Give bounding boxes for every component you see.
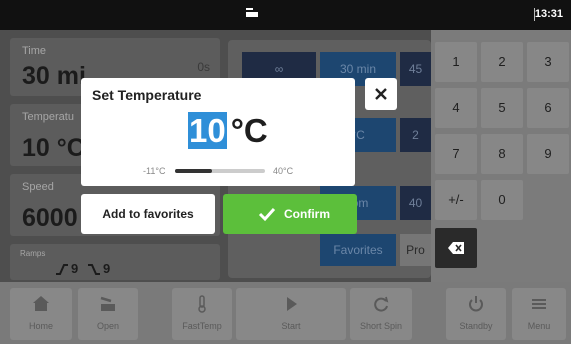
time-value: 30 mi <box>22 62 86 90</box>
bottom-toolbar: Home Open FastTemp Start Short Spin Stan… <box>0 282 571 344</box>
temperature-label: Temperatu <box>22 111 74 123</box>
lid-status-icon <box>246 8 258 17</box>
confirm-button[interactable]: Confirm <box>223 194 357 234</box>
start-button[interactable]: Start <box>236 288 346 340</box>
home-label: Home <box>28 321 53 331</box>
fasttemp-button[interactable]: FastTemp <box>172 288 232 340</box>
ramp-down-value: 9 <box>103 261 111 276</box>
temperature-input[interactable]: 10 °C <box>188 112 268 152</box>
ramp-up-icon <box>56 264 68 275</box>
menu-icon <box>532 299 546 309</box>
confirm-label: Confirm <box>284 207 330 221</box>
home-icon <box>33 296 49 311</box>
key-0[interactable]: 0 <box>481 180 523 220</box>
key-plus-minus[interactable]: +/- <box>435 180 477 220</box>
key-2[interactable]: 2 <box>481 42 523 82</box>
open-label: Open <box>96 321 120 331</box>
speed-value: 6000 <box>22 204 78 232</box>
backspace-button[interactable] <box>435 228 477 268</box>
ramp-up-value: 9 <box>71 261 79 276</box>
home-button[interactable]: Home <box>10 288 72 340</box>
key-8[interactable]: 8 <box>481 134 523 174</box>
key-5[interactable]: 5 <box>481 88 523 128</box>
time-label: Time <box>22 45 47 57</box>
chip-40[interactable]: 40 <box>400 186 431 220</box>
tab-favorites[interactable]: Favorites <box>320 234 396 266</box>
dialog-title: Set Temperature <box>92 87 202 103</box>
speed-label: Speed <box>22 181 54 193</box>
temperature-unit: °C <box>230 112 268 149</box>
backspace-icon <box>448 242 464 254</box>
ramp-down-icon <box>88 264 100 275</box>
thermometer-icon <box>198 295 206 313</box>
open-lid-icon <box>100 296 115 311</box>
standby-button[interactable]: Standby <box>446 288 506 340</box>
ramps-label: Ramps <box>20 249 46 258</box>
menu-button[interactable]: Menu <box>512 288 566 340</box>
temperature-value: 10 °C <box>22 134 85 162</box>
set-temperature-dialog: Set Temperature 10 °C -11°C 40°C <box>81 78 355 186</box>
short-spin-button[interactable]: Short Spin <box>350 288 412 340</box>
tab-programs[interactable]: Pro <box>400 234 431 266</box>
close-dialog-button[interactable] <box>365 78 397 110</box>
power-icon <box>469 296 483 312</box>
status-bar: 13:31 <box>0 0 571 30</box>
play-icon <box>287 297 297 311</box>
temperature-digits[interactable]: 10 <box>188 112 227 149</box>
refresh-icon <box>374 296 389 312</box>
clock: 13:31 <box>534 8 563 20</box>
key-9[interactable]: 9 <box>527 134 569 174</box>
key-3[interactable]: 3 <box>527 42 569 82</box>
start-label: Start <box>281 321 301 331</box>
temperature-range-fill <box>175 169 212 173</box>
numeric-keypad: 1 2 3 4 5 6 7 8 9 +/- 0 <box>431 30 571 282</box>
key-6[interactable]: 6 <box>527 88 569 128</box>
chip-2[interactable]: 2 <box>400 118 431 152</box>
add-to-favorites-button[interactable]: Add to favorites <box>81 194 215 234</box>
fasttemp-label: FastTemp <box>182 321 222 331</box>
key-7[interactable]: 7 <box>435 134 477 174</box>
temperature-range-bar <box>175 169 265 173</box>
menu-label: Menu <box>527 321 551 331</box>
time-seconds: 0s <box>197 60 210 74</box>
ramps-parameter[interactable]: Ramps 9 9 <box>10 244 220 280</box>
range-max-label: 40°C <box>273 166 294 176</box>
key-4[interactable]: 4 <box>435 88 477 128</box>
short-spin-label: Short Spin <box>359 321 403 331</box>
open-button[interactable]: Open <box>78 288 138 340</box>
key-1[interactable]: 1 <box>435 42 477 82</box>
chip-45[interactable]: 45 <box>400 52 431 86</box>
checkmark-icon <box>258 207 276 222</box>
range-min-label: -11°C <box>143 166 166 176</box>
standby-label: Standby <box>459 321 493 331</box>
close-icon <box>375 88 387 100</box>
